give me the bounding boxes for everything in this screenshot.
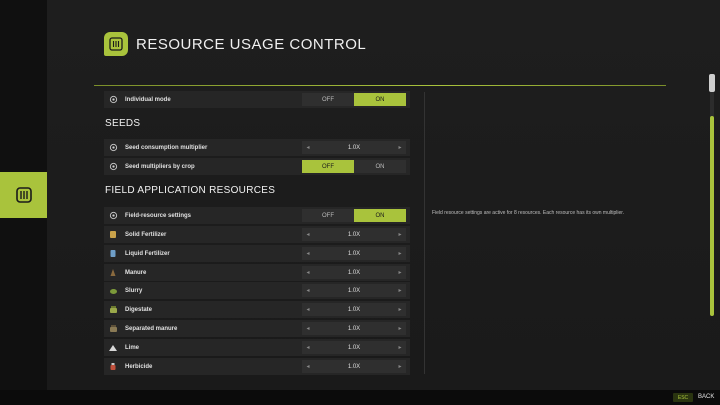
seed-consumption-value: 1.0X — [347, 144, 361, 151]
individual-mode-toggle: OFF ON — [302, 93, 406, 106]
seed-by-crop-off[interactable]: OFF — [302, 160, 354, 173]
resource-value: 1.0X — [347, 287, 361, 294]
resource-stepper: ◂ 1.0X ▸ — [302, 303, 406, 316]
resource-row: Digestate ◂ 1.0X ▸ — [104, 301, 410, 318]
esc-key-badge[interactable]: ESC — [673, 393, 693, 402]
resource-tab-icon — [15, 187, 32, 203]
manure-icon — [108, 268, 118, 278]
seed-by-crop-row: Seed multipliers by crop OFF ON — [104, 158, 410, 175]
slurry-icon — [108, 286, 118, 296]
gear-icon — [108, 162, 118, 172]
resource-icon — [104, 32, 128, 56]
decrease-arrow-icon[interactable]: ◂ — [302, 269, 314, 276]
field-settings-off[interactable]: OFF — [302, 209, 354, 222]
field-section-title: FIELD APPLICATION RESOURCES — [105, 185, 276, 196]
gear-icon — [108, 211, 118, 221]
footer-bar — [0, 390, 720, 405]
resource-value: 1.0X — [347, 344, 361, 351]
resource-stepper: ◂ 1.0X ▸ — [302, 284, 406, 297]
increase-arrow-icon[interactable]: ▸ — [394, 287, 406, 294]
seeds-section-title: SEEDS — [105, 118, 141, 129]
resource-row: Manure ◂ 1.0X ▸ — [104, 264, 410, 281]
individual-mode-on[interactable]: ON — [354, 93, 406, 106]
resource-row: Lime ◂ 1.0X ▸ — [104, 339, 410, 356]
resource-row: Herbicide ◂ 1.0X ▸ — [104, 358, 410, 375]
resource-row: Liquid Fertilizer ◂ 1.0X ▸ — [104, 245, 410, 262]
resource-row: Separated manure ◂ 1.0X ▸ — [104, 320, 410, 337]
header-divider — [94, 85, 666, 86]
scrollbar-top-cap — [709, 74, 715, 92]
increase-arrow-icon[interactable]: ▸ — [394, 306, 406, 313]
liquid-fertilizer-icon — [108, 249, 118, 259]
field-settings-row: Field-resource settings OFF ON — [104, 207, 410, 224]
resource-stepper: ◂ 1.0X ▸ — [302, 266, 406, 279]
decrease-arrow-icon[interactable]: ◂ — [302, 363, 314, 370]
resource-row: Solid Fertilizer ◂ 1.0X ▸ — [104, 226, 410, 243]
decrease-arrow-icon[interactable]: ◂ — [302, 344, 314, 351]
digestate-icon — [108, 305, 118, 315]
resource-value: 1.0X — [347, 306, 361, 313]
increase-arrow-icon[interactable]: ▸ — [394, 144, 406, 151]
individual-mode-off[interactable]: OFF — [302, 93, 354, 106]
gear-icon — [108, 143, 118, 153]
decrease-arrow-icon[interactable]: ◂ — [302, 287, 314, 294]
increase-arrow-icon[interactable]: ▸ — [394, 363, 406, 370]
scrollbar-thumb[interactable] — [710, 116, 714, 316]
seed-consumption-row: Seed consumption multiplier ◂ 1.0X ▸ — [104, 139, 410, 156]
field-settings-on[interactable]: ON — [354, 209, 406, 222]
individual-mode-row: Individual mode OFF ON — [104, 91, 410, 108]
resource-stepper: ◂ 1.0X ▸ — [302, 341, 406, 354]
field-settings-toggle: OFF ON — [302, 209, 406, 222]
back-button[interactable]: BACK — [698, 394, 714, 400]
field-description: Field resource settings are active for 8… — [432, 210, 625, 216]
resource-value: 1.0X — [347, 325, 361, 332]
resource-value: 1.0X — [347, 363, 361, 370]
lime-icon — [108, 343, 118, 353]
decrease-arrow-icon[interactable]: ◂ — [302, 231, 314, 238]
resource-stepper: ◂ 1.0X ▸ — [302, 228, 406, 241]
gear-icon — [108, 95, 118, 105]
column-divider — [424, 92, 425, 374]
resource-stepper: ◂ 1.0X ▸ — [302, 247, 406, 260]
decrease-arrow-icon[interactable]: ◂ — [302, 250, 314, 257]
increase-arrow-icon[interactable]: ▸ — [394, 344, 406, 351]
page-title: RESOURCE USAGE CONTROL — [136, 36, 367, 53]
seed-by-crop-on[interactable]: ON — [354, 160, 406, 173]
decrease-arrow-icon[interactable]: ◂ — [302, 306, 314, 313]
resource-value: 1.0X — [347, 250, 361, 257]
seed-by-crop-toggle: OFF ON — [302, 160, 406, 173]
resource-stepper: ◂ 1.0X ▸ — [302, 360, 406, 373]
resource-stepper: ◂ 1.0X ▸ — [302, 322, 406, 335]
increase-arrow-icon[interactable]: ▸ — [394, 231, 406, 238]
increase-arrow-icon[interactable]: ▸ — [394, 250, 406, 257]
resource-value: 1.0X — [347, 231, 361, 238]
solid-fertilizer-icon — [108, 230, 118, 240]
herbicide-icon — [108, 362, 118, 372]
decrease-arrow-icon[interactable]: ◂ — [302, 144, 314, 151]
decrease-arrow-icon[interactable]: ◂ — [302, 325, 314, 332]
resource-tab[interactable] — [0, 172, 52, 218]
increase-arrow-icon[interactable]: ▸ — [394, 325, 406, 332]
increase-arrow-icon[interactable]: ▸ — [394, 269, 406, 276]
resource-row: Slurry ◂ 1.0X ▸ — [104, 282, 410, 299]
resource-value: 1.0X — [347, 269, 361, 276]
separated-manure-icon — [108, 324, 118, 334]
seed-consumption-stepper: ◂ 1.0X ▸ — [302, 141, 406, 154]
